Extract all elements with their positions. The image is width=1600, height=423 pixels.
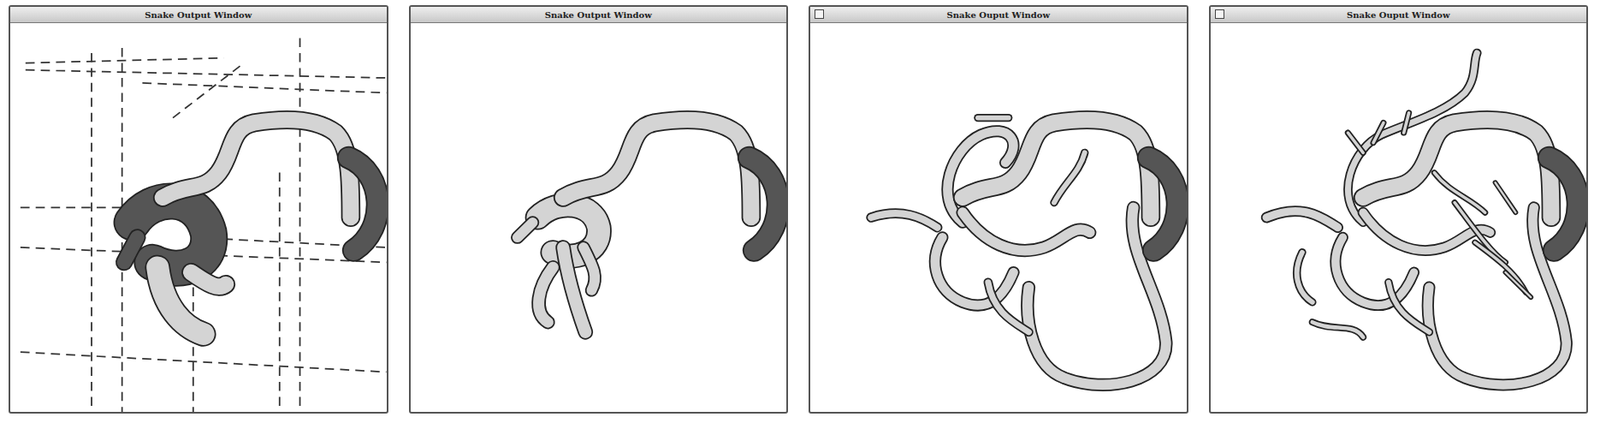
grid-line [172, 63, 244, 119]
vessel-segment [988, 282, 1030, 332]
vessel-outline [1347, 112, 1409, 154]
vessel-segment [162, 119, 351, 218]
grid-line [25, 58, 225, 64]
vessel-outline [1027, 207, 1167, 385]
close-box-icon[interactable] [1214, 9, 1225, 19]
window-title: Snake Ouput Window [1346, 10, 1450, 20]
render-canvas[interactable] [810, 23, 1187, 412]
grid-line [25, 70, 387, 78]
title-bar[interactable]: Snake Ouput Window [810, 6, 1187, 24]
vessel-segment [516, 222, 533, 238]
close-box-icon[interactable] [814, 9, 824, 19]
vessel-outline [562, 247, 586, 332]
vessel-outline [349, 157, 379, 250]
vessel-segment [1362, 119, 1552, 218]
vessel-segment [962, 119, 1151, 218]
title-bar[interactable]: Snake Ouput Window [1210, 6, 1588, 24]
vessel-segment [1311, 321, 1363, 337]
vessel-segment [748, 157, 778, 250]
grid-line [20, 351, 387, 372]
vessel-segment [1548, 157, 1578, 250]
window-title: Snake Output Window [144, 10, 252, 20]
vessel-segment [962, 212, 1090, 250]
vessel-outline [977, 113, 1009, 122]
vessel-outline [516, 222, 533, 238]
vessel-outline [748, 157, 778, 250]
vessel-outline [962, 212, 1090, 250]
vessel-outline [1149, 157, 1179, 250]
vessel-outline [1266, 211, 1338, 228]
vessel-render [10, 23, 387, 412]
grid-line [142, 82, 386, 94]
window-title: Snake Output Window [545, 10, 652, 20]
output-window[interactable]: Snake Ouput Window [1208, 5, 1589, 414]
vessel-outline [1362, 119, 1552, 218]
vessel-segment [1027, 207, 1167, 385]
grid-line [299, 37, 302, 412]
vessel-segment [562, 247, 586, 332]
vessel-render [410, 23, 788, 412]
vessel-outline [562, 119, 752, 218]
vessel-outline [988, 282, 1030, 332]
vessel-segment [1347, 112, 1409, 154]
render-canvas[interactable] [1210, 23, 1588, 412]
vessel-segment [190, 272, 226, 287]
vessel-outline [871, 213, 937, 227]
vessel-segment [1387, 282, 1429, 332]
vessel-outline [190, 272, 226, 287]
render-canvas[interactable] [410, 23, 788, 412]
vessel-outline [1494, 182, 1531, 297]
vessel-render [810, 23, 1187, 412]
vessel-outline [1335, 237, 1415, 305]
vessel-segment [124, 237, 137, 262]
vessel-segment [1335, 237, 1415, 305]
vessel-segment [1362, 212, 1490, 250]
vessel-outline [1434, 172, 1485, 214]
vessel-outline [1387, 282, 1429, 332]
render-canvas[interactable] [10, 23, 387, 412]
title-bar[interactable]: Snake Output Window [10, 6, 387, 24]
vessel-segment [977, 115, 1009, 121]
vessel-segment [1266, 211, 1338, 228]
window-title: Snake Ouput Window [947, 10, 1050, 20]
vessel-outline [162, 119, 351, 218]
vessel-outline [962, 119, 1151, 218]
vessel-segment [1494, 182, 1531, 297]
vessel-segment [349, 157, 379, 250]
output-window[interactable]: Snake Ouput Window [808, 5, 1189, 414]
vessel-outline [124, 237, 137, 262]
vessel-outline [1427, 207, 1566, 385]
vessel-outline [1311, 321, 1363, 337]
vessel-outline [538, 266, 553, 322]
vessel-segment [538, 266, 553, 322]
vessel-segment [935, 237, 1014, 305]
grid-line [278, 172, 281, 412]
vessel-segment [871, 213, 937, 227]
vessel-outline [1548, 157, 1578, 250]
vessel-segment [1427, 207, 1566, 385]
vessel-outline [1296, 252, 1312, 303]
vessel-segment [562, 119, 752, 218]
vessel-segment [1296, 252, 1312, 303]
figure: Snake Output Window Snake Output Window … [0, 0, 1600, 423]
grid-line [20, 206, 123, 208]
output-window[interactable]: Snake Output Window [408, 5, 789, 414]
vessel-segment [1434, 172, 1485, 214]
vessel-segment [1149, 157, 1179, 250]
vessel-segment [582, 247, 594, 291]
vessel-outline [1362, 212, 1490, 250]
grid-line [90, 53, 93, 412]
output-window[interactable]: Snake Output Window [8, 5, 389, 414]
vessel-outline [1054, 152, 1085, 202]
vessel-outline [935, 237, 1014, 305]
vessel-render [1210, 23, 1588, 412]
title-bar[interactable]: Snake Output Window [410, 6, 788, 24]
vessel-segment [1054, 152, 1085, 202]
vessel-outline [582, 247, 594, 291]
